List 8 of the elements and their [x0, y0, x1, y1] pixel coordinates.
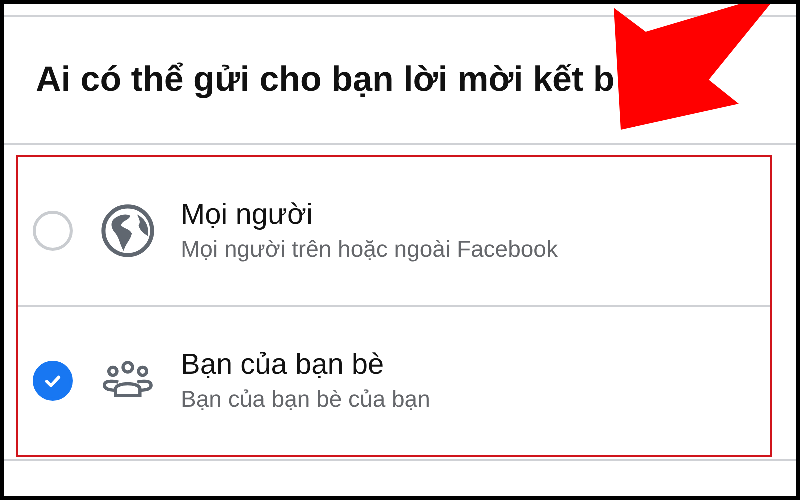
- option-description: Mọi người trên hoặc ngoài Facebook: [181, 236, 558, 263]
- section-heading: Ai có thể gửi cho bạn lời mời kết b: [36, 60, 615, 100]
- globe-icon: [101, 204, 155, 258]
- option-description: Bạn của bạn bè của bạn: [181, 386, 430, 413]
- option-title: Bạn của bạn bè: [181, 349, 386, 382]
- radio-button[interactable]: [33, 211, 73, 251]
- option-title: Mọi người: [181, 199, 314, 232]
- radio-button[interactable]: [33, 361, 73, 401]
